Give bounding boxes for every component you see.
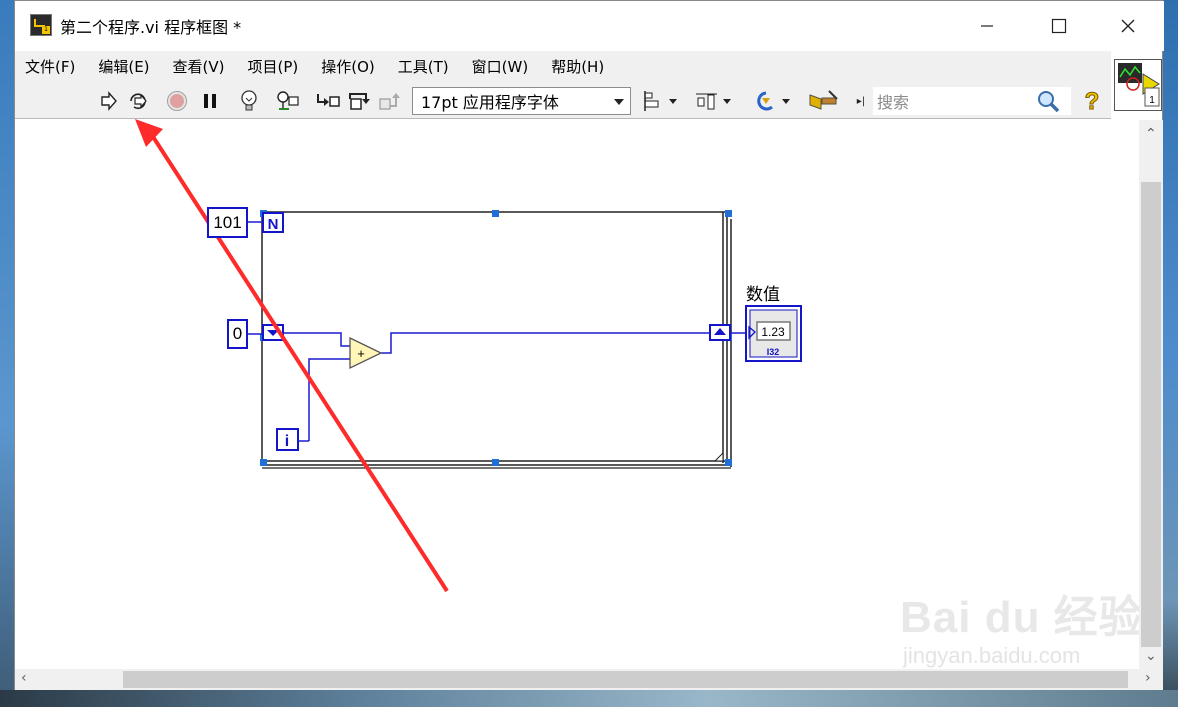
menu-file[interactable]: 文件(F)	[25, 56, 75, 77]
minimize-icon	[981, 25, 993, 27]
pause-icon	[204, 94, 216, 108]
toolbar: 17pt 应用程序字体 ▸| 搜索 ?	[15, 81, 1111, 119]
step-out-icon	[379, 93, 400, 110]
align-objects-icon	[644, 91, 677, 111]
step-into-button[interactable]	[315, 89, 341, 113]
run-continuously-icon	[130, 93, 147, 110]
horizontal-scrollbar[interactable]: ‹	[15, 669, 1139, 690]
maximize-button[interactable]	[1036, 1, 1082, 51]
scroll-right-icon[interactable]: ›	[1145, 670, 1151, 686]
run-button[interactable]	[97, 89, 119, 113]
close-icon	[1121, 19, 1135, 33]
retain-wire-values-icon	[277, 91, 299, 110]
menu-edit[interactable]: 编辑(E)	[98, 56, 149, 77]
window-title: 第二个程序.vi 程序框图 *	[60, 18, 242, 37]
step-into-icon	[317, 94, 340, 107]
step-over-icon	[349, 93, 370, 110]
run-continuously-button[interactable]	[125, 89, 151, 113]
search-button[interactable]	[1034, 89, 1062, 113]
close-button[interactable]	[1105, 1, 1151, 51]
indicator-label[interactable]: 数值	[746, 280, 780, 305]
baidu-watermark: Bai du 经验	[900, 593, 1144, 642]
step-out-button[interactable]	[377, 89, 403, 113]
desktop-left-edge	[0, 0, 14, 707]
labview-block-diagram-window: 1 第二个程序.vi 程序框图 * 文件(F) 编辑(E) 查看(V) 项目(P…	[14, 0, 1164, 690]
scroll-left-icon[interactable]: ‹	[21, 670, 27, 686]
vertical-scrollbar[interactable]: ⌃ ⌄	[1139, 120, 1163, 669]
vi-connector-icon: 1	[1118, 63, 1160, 107]
step-over-button[interactable]	[347, 89, 373, 113]
retain-wire-values-button[interactable]	[275, 89, 303, 113]
count-constant[interactable]: 101	[207, 207, 248, 238]
highlight-execution-icon	[241, 90, 257, 111]
cleanup-diagram-button[interactable]	[807, 89, 841, 113]
labview-app-icon[interactable]: 1	[30, 14, 52, 36]
menu-view[interactable]: 查看(V)	[173, 56, 225, 77]
pause-button[interactable]	[200, 89, 220, 113]
chevron-down-icon	[614, 99, 624, 105]
maximize-icon	[1051, 18, 1067, 34]
baidu-watermark-url: jingyan.baidu.com	[903, 643, 1081, 668]
svg-text:?: ?	[1085, 88, 1100, 114]
init-constant[interactable]: 0	[227, 319, 248, 349]
menu-help[interactable]: 帮助(H)	[551, 56, 604, 77]
search-icon	[1038, 91, 1060, 113]
desktop-right-edge	[1163, 0, 1178, 707]
scroll-up-icon[interactable]: ⌃	[1145, 126, 1157, 142]
help-icon: ?	[1084, 88, 1100, 114]
search-placeholder: 搜索	[877, 93, 910, 112]
title-bar[interactable]: 1 第二个程序.vi 程序框图 *	[15, 1, 1164, 51]
reorder-icon	[757, 91, 790, 111]
horizontal-scroll-thumb[interactable]	[123, 671, 1128, 688]
font-selector[interactable]: 17pt 应用程序字体	[412, 87, 631, 115]
menu-window[interactable]: 窗口(W)	[472, 56, 529, 77]
scroll-down-icon[interactable]: ⌄	[1145, 648, 1157, 664]
cleanup-diagram-icon	[809, 90, 838, 110]
toolbar-overflow-icon[interactable]: ▸|	[855, 89, 867, 113]
highlight-execution-button[interactable]	[237, 89, 261, 113]
scrollbar-corner: ›	[1139, 669, 1163, 690]
reorder-button[interactable]	[752, 89, 792, 113]
menu-project[interactable]: 项目(P)	[248, 56, 299, 77]
align-objects-button[interactable]	[643, 89, 679, 113]
distribute-objects-button[interactable]	[695, 89, 733, 113]
desktop-bottom-edge	[0, 690, 1178, 707]
distribute-objects-icon	[696, 93, 731, 110]
menu-operate[interactable]: 操作(O)	[321, 56, 375, 77]
menu-bar: 文件(F) 编辑(E) 查看(V) 项目(P) 操作(O) 工具(T) 窗口(W…	[15, 51, 1111, 81]
font-selector-value: 17pt 应用程序字体	[421, 93, 559, 112]
svg-text:1: 1	[1149, 95, 1155, 106]
abort-icon	[167, 91, 187, 111]
vi-icon-pane[interactable]: 1	[1114, 59, 1162, 111]
minimize-button[interactable]	[964, 1, 1010, 51]
menu-tools[interactable]: 工具(T)	[398, 56, 449, 77]
run-arrow-icon	[101, 91, 117, 111]
vertical-scroll-thumb[interactable]	[1141, 182, 1161, 647]
help-button[interactable]: ?	[1079, 88, 1105, 114]
abort-button[interactable]	[165, 89, 189, 113]
